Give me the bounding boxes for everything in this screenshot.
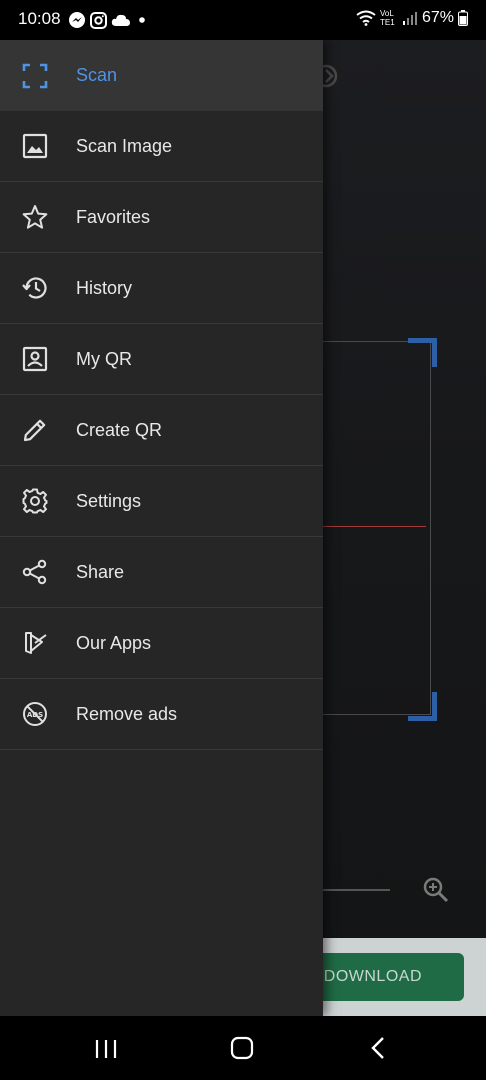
signal-icon bbox=[402, 12, 417, 25]
image-icon bbox=[22, 133, 48, 159]
drawer-item-favorites[interactable]: Favorites bbox=[0, 182, 323, 253]
drawer-item-label: Scan Image bbox=[76, 135, 173, 156]
home-icon[interactable] bbox=[230, 1036, 254, 1060]
drawer-item-label: Settings bbox=[76, 490, 142, 511]
drawer-item-label: Our Apps bbox=[76, 632, 152, 653]
pencil-icon bbox=[22, 417, 48, 443]
drawer-item-my-qr[interactable]: My QR bbox=[0, 324, 323, 395]
drawer-item-scan[interactable]: Scan bbox=[0, 40, 323, 111]
drawer-item-label: Share bbox=[76, 561, 125, 582]
contact-card-icon bbox=[22, 346, 48, 372]
drawer-item-share[interactable]: Share bbox=[0, 537, 323, 608]
back-icon[interactable] bbox=[368, 1036, 388, 1060]
messenger-icon bbox=[69, 12, 85, 28]
drawer-item-remove-ads[interactable]: ADS Remove ads bbox=[0, 679, 323, 750]
battery-percent: 67% bbox=[421, 9, 454, 26]
apps-icon bbox=[22, 630, 48, 656]
scan-frame-corner-top-right bbox=[408, 338, 437, 367]
wifi-icon bbox=[356, 10, 376, 26]
gear-icon bbox=[22, 488, 48, 514]
no-ads-icon: ADS bbox=[22, 701, 48, 727]
drawer-item-label: Favorites bbox=[76, 206, 151, 227]
volte-label: VoLTE1 bbox=[379, 9, 395, 27]
share-icon bbox=[22, 559, 48, 585]
scan-frame-icon bbox=[22, 63, 48, 89]
drawer-item-history[interactable]: History bbox=[0, 253, 323, 324]
history-icon bbox=[22, 275, 48, 301]
instagram-icon bbox=[90, 11, 107, 29]
drawer-item-label: Create QR bbox=[76, 419, 163, 440]
star-icon bbox=[22, 204, 48, 230]
cloud-icon bbox=[111, 14, 130, 26]
drawer-item-label: Remove ads bbox=[76, 703, 178, 724]
scan-frame-corner-bottom-right bbox=[408, 692, 437, 721]
system-nav-bar bbox=[0, 1016, 486, 1080]
status-time: 10:08 bbox=[18, 9, 61, 28]
system-icons: VoLTE1 67% bbox=[356, 9, 468, 27]
drawer-item-label: Scan bbox=[76, 65, 118, 85]
dot-icon bbox=[139, 17, 145, 23]
notification-icons bbox=[68, 11, 149, 29]
drawer-item-our-apps[interactable]: Our Apps bbox=[0, 608, 323, 679]
navigation-drawer: Scan Scan Image Favorites History My QR … bbox=[0, 40, 323, 1016]
drawer-item-label: History bbox=[76, 277, 133, 298]
recents-icon[interactable] bbox=[94, 1038, 118, 1060]
drawer-item-create-qr[interactable]: Create QR bbox=[0, 395, 323, 466]
drawer-item-settings[interactable]: Settings bbox=[0, 466, 323, 537]
drawer-item-label: My QR bbox=[76, 348, 132, 369]
battery-icon bbox=[458, 10, 468, 26]
status-bar: 10:08 VoLTE1 67% bbox=[0, 0, 486, 40]
screen: 10:08 VoLTE1 67% DOWNLOAD Scan Scan Imag… bbox=[0, 0, 486, 1080]
svg-text:ADS: ADS bbox=[27, 711, 43, 719]
drawer-item-scan-image[interactable]: Scan Image bbox=[0, 111, 323, 182]
zoom-in-icon[interactable] bbox=[422, 876, 450, 904]
